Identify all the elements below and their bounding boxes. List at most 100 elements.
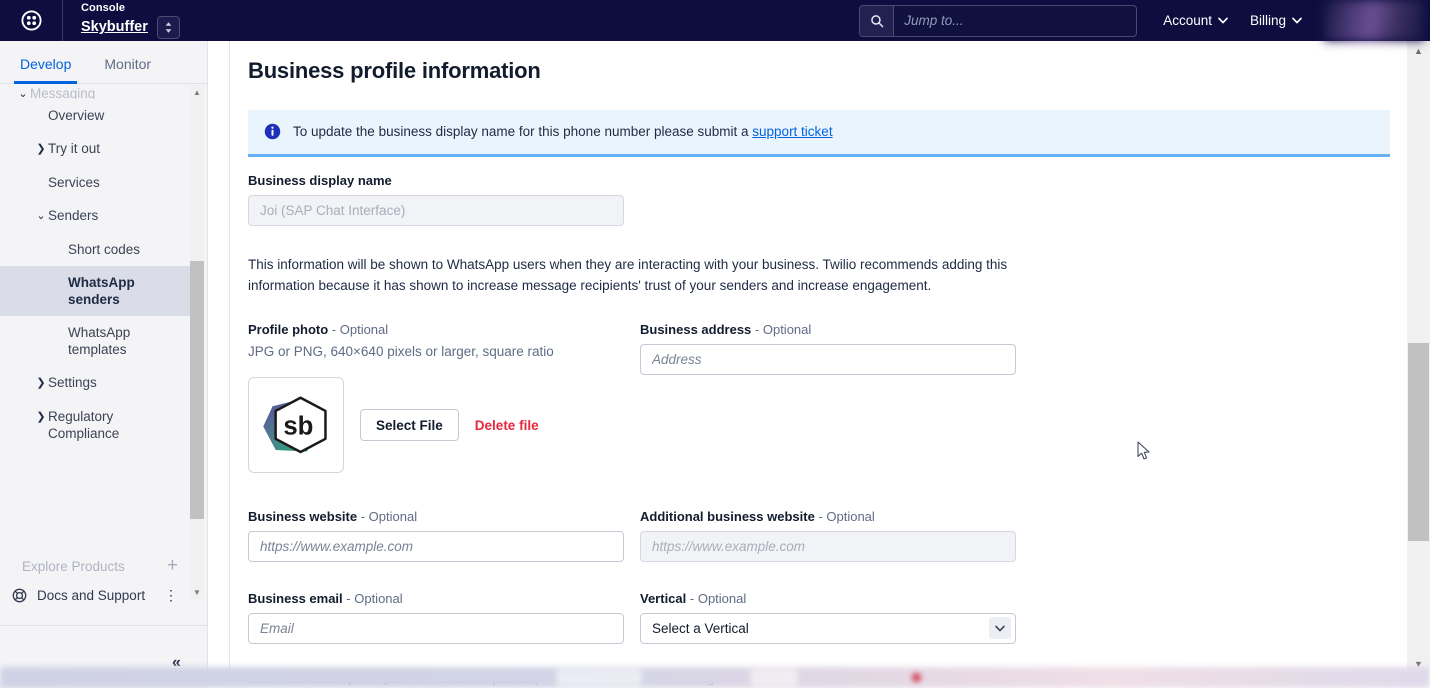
- profile-photo-group: Profile photo - Optional JPG or PNG, 640…: [248, 322, 628, 473]
- sidebar-scrollbar-thumb[interactable]: [190, 261, 204, 519]
- business-website-optional: - Optional: [360, 509, 418, 524]
- twilio-logo-icon: [20, 10, 42, 31]
- kebab-menu-icon[interactable]: ⋮: [164, 587, 178, 604]
- business-website-input[interactable]: [248, 531, 624, 562]
- vertical-group: Vertical - Optional Select a Vertical: [640, 591, 1016, 644]
- helper-text: This information will be shown to WhatsA…: [248, 257, 1008, 293]
- console-label: Console: [81, 2, 126, 14]
- taskbar-item[interactable]: [750, 669, 798, 686]
- sidebar-scroll-down-arrow[interactable]: ▼: [190, 585, 204, 599]
- os-taskbar: [0, 667, 1430, 688]
- business-display-name-input[interactable]: [248, 195, 624, 226]
- avatar[interactable]: [1324, 0, 1424, 41]
- taskbar-item[interactable]: [556, 669, 642, 686]
- business-email-label: Business email - Optional: [248, 591, 624, 606]
- chevron-right-icon: ❯: [36, 143, 46, 155]
- additional-business-website-group: Additional business website - Optional: [640, 509, 1016, 562]
- info-banner-message: To update the business display name for …: [293, 124, 753, 139]
- explore-products-label: Explore Products: [22, 558, 125, 574]
- business-website-group: Business website - Optional: [248, 509, 624, 562]
- business-email-label-text: Business email: [248, 591, 343, 606]
- plus-icon[interactable]: +: [167, 555, 178, 577]
- profile-photo-label-text: Profile photo: [248, 322, 329, 337]
- tab-monitor[interactable]: Monitor: [104, 56, 151, 83]
- account-name-link[interactable]: Skybuffer: [81, 19, 148, 36]
- content-gutter: [208, 41, 230, 688]
- chevron-right-icon: ❯: [36, 411, 46, 423]
- account-switcher-button[interactable]: [156, 16, 180, 39]
- business-address-label-text: Business address: [640, 322, 752, 337]
- sidebar-item-label: Short codes: [68, 242, 141, 257]
- chevron-down-icon: [1292, 17, 1302, 24]
- sidebar-item-short-codes[interactable]: Short codes: [0, 233, 190, 266]
- info-banner-text: To update the business display name for …: [293, 124, 833, 139]
- chevron-up-down-icon: [165, 22, 172, 33]
- page-scroll-up-arrow[interactable]: ▲: [1407, 41, 1430, 61]
- chevron-right-icon: ❯: [36, 377, 46, 389]
- sidebar-item-overview[interactable]: Overview: [0, 99, 190, 132]
- explore-products-row[interactable]: Explore Products +: [0, 551, 190, 581]
- business-address-input[interactable]: [640, 344, 1016, 375]
- account-menu-label: Account: [1163, 13, 1212, 28]
- business-display-name-label: Business display name: [248, 173, 392, 188]
- support-ticket-link[interactable]: support ticket: [752, 124, 832, 139]
- select-file-button[interactable]: Select File: [360, 409, 459, 441]
- additional-business-website-label: Additional business website - Optional: [640, 509, 1016, 524]
- additional-business-website-optional: - Optional: [818, 509, 875, 524]
- search-icon: [870, 14, 884, 27]
- profile-photo-hint: JPG or PNG, 640×640 pixels or larger, sq…: [248, 344, 554, 359]
- sidebar-item-settings[interactable]: ❯ Settings: [0, 366, 190, 400]
- business-email-group: Business email - Optional: [248, 591, 624, 644]
- sidebar-item-services[interactable]: Services: [0, 166, 190, 199]
- sidebar-item-messaging[interactable]: ⌄ Messaging: [0, 85, 190, 99]
- sidebar-item-label: WhatsApp senders: [68, 275, 135, 307]
- sidebar-divider: [0, 625, 208, 626]
- business-website-label-text: Business website: [248, 509, 358, 524]
- account-row: Skybuffer: [81, 16, 180, 39]
- billing-menu[interactable]: Billing: [1250, 13, 1302, 28]
- profile-photo-label: Profile photo - Optional: [248, 322, 628, 337]
- top-navigation-bar: Console Skybuffer Jump to... Account Bil…: [0, 0, 1430, 41]
- sidebar-item-senders[interactable]: ⌄ Senders: [0, 199, 190, 233]
- vertical-label: Vertical - Optional: [640, 591, 1016, 606]
- profile-photo-optional: - Optional: [331, 322, 389, 337]
- delete-file-button[interactable]: Delete file: [475, 418, 539, 433]
- cursor-arrow-icon: [1137, 441, 1150, 460]
- mouse-cursor: [1137, 441, 1150, 460]
- tab-develop[interactable]: Develop: [13, 56, 78, 84]
- search-button[interactable]: [860, 5, 895, 36]
- sidebar-tabs: Develop Monitor: [0, 41, 207, 84]
- sidebar-item-whatsapp-templates[interactable]: WhatsApp templates: [0, 316, 190, 366]
- docs-and-support-label: Docs and Support: [37, 588, 146, 603]
- sidebar-item-label: WhatsApp templates: [68, 325, 131, 357]
- sidebar-scroll-up-arrow[interactable]: ▲: [190, 85, 204, 99]
- twilio-console-screen: Console Skybuffer Jump to... Account Bil…: [0, 0, 1430, 688]
- left-sidebar: Develop Monitor ⌄ Messaging Overview ❯ T…: [0, 41, 208, 688]
- business-email-optional: - Optional: [346, 591, 403, 606]
- profile-photo-row: sb Select File Delete file: [248, 377, 628, 473]
- sidebar-item-label: Messaging: [30, 86, 96, 99]
- jump-to-search[interactable]: [859, 4, 1138, 37]
- business-address-group: Business address - Optional: [640, 322, 1016, 375]
- billing-menu-label: Billing: [1249, 13, 1286, 28]
- search-input[interactable]: [894, 5, 1137, 36]
- twilio-logo-button[interactable]: [0, 0, 62, 41]
- sidebar-item-try-it-out[interactable]: ❯ Try it out: [0, 132, 190, 166]
- sidebar-item-label: Overview: [48, 108, 105, 123]
- sidebar-item-regulatory-compliance[interactable]: ❯ Regulatory Compliance: [0, 400, 190, 450]
- taskbar-indicator-dot: [912, 673, 921, 682]
- business-email-input[interactable]: [248, 613, 624, 644]
- page-scrollbar-thumb[interactable]: [1408, 343, 1429, 541]
- additional-business-website-input[interactable]: [640, 531, 1016, 562]
- vertical-select[interactable]: Select a Vertical: [640, 613, 1016, 644]
- additional-business-website-label-text: Additional business website: [640, 509, 815, 524]
- business-website-label: Business website - Optional: [248, 509, 624, 524]
- sidebar-nav-list: ⌄ Messaging Overview ❯ Try it out Servic…: [0, 85, 190, 555]
- docs-and-support-row[interactable]: Docs and Support ⋮: [0, 581, 190, 612]
- sidebar-item-whatsapp-senders[interactable]: WhatsApp senders: [0, 266, 190, 316]
- account-menu[interactable]: Account: [1163, 13, 1228, 28]
- sidebar-item-label: Senders: [48, 208, 99, 223]
- sidebar-item-label: Settings: [48, 375, 97, 390]
- sidebar-item-label: Services: [48, 175, 100, 190]
- page-title: Business profile information: [248, 58, 541, 83]
